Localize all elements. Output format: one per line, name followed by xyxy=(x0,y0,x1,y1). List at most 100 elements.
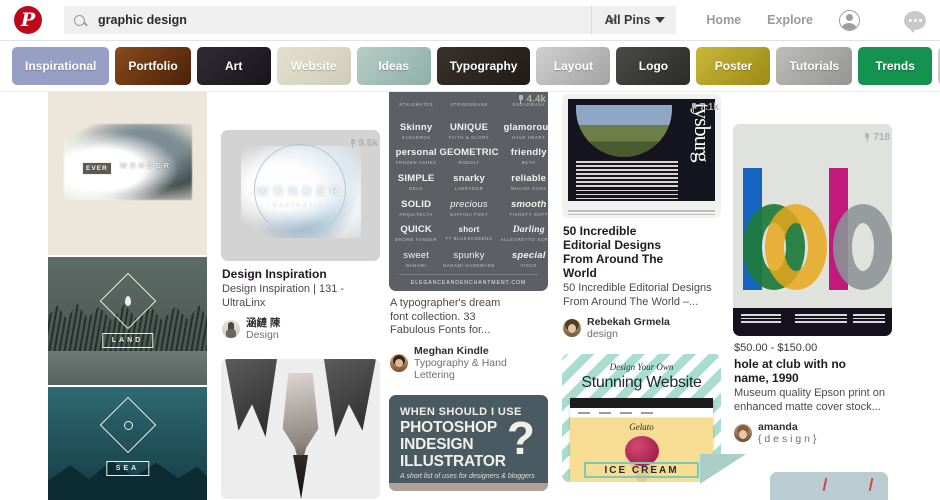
ps-line-3: INDESIGN xyxy=(400,435,474,453)
pin-icon xyxy=(691,103,697,112)
body-text-lines xyxy=(576,161,678,200)
browser-nav xyxy=(570,408,713,418)
font-sample: SIMPLE xyxy=(397,172,435,184)
avatar xyxy=(222,320,240,338)
wonder-word: WONDER xyxy=(256,184,345,198)
site-hero: Gelato ICE CREAM xyxy=(570,418,713,482)
partial-thumbnail[interactable] xyxy=(770,472,888,500)
pin-card-face[interactable] xyxy=(221,359,380,499)
credit-col-1 xyxy=(741,314,781,323)
pin-meta: 9.6k Design Inspiration Design Inspirati… xyxy=(221,138,380,341)
face-center xyxy=(282,373,319,469)
pin-description[interactable]: A typographer's dream font collection. 3… xyxy=(390,297,547,338)
messages-bubble-icon[interactable] xyxy=(904,10,926,33)
pin-thumbnail[interactable]: Design Your Own Stunning Website Gelato … xyxy=(562,354,721,482)
font-name: DELH xyxy=(409,185,424,191)
search-input[interactable]: graphic design ✕ All Pins xyxy=(64,6,677,34)
chip-art[interactable]: Art xyxy=(196,47,271,85)
chip-layout[interactable]: Layout xyxy=(536,47,611,85)
pin-thumbnail[interactable]: WHEN SHOULD I USE PHOTOSHOP INDESIGN ILL… xyxy=(389,394,548,491)
font-name: NANAMI xyxy=(405,263,427,269)
pin-thumbnail[interactable]: STALEMATES STRINGBEANS SUGARBUSH Skinny Z… xyxy=(389,92,548,291)
pin-user-text: amanda { d e s i g n } xyxy=(758,421,816,445)
partial-bottom-card[interactable] xyxy=(700,454,940,500)
chip-trends[interactable]: Trends xyxy=(858,47,933,85)
pin-count-value: 7.1k xyxy=(699,102,719,113)
artwork-sea: SEA xyxy=(48,387,207,500)
pin-user[interactable]: amanda { d e s i g n } xyxy=(734,421,891,445)
font-name: ROBOLT xyxy=(458,160,480,166)
chip-ideas[interactable]: Ideas xyxy=(356,47,431,85)
chip-tutorials[interactable]: Tutorials xyxy=(776,47,853,85)
pin-card-ever-wonder[interactable]: EVER WONDER xyxy=(48,92,207,255)
font-name: SAFFINA FONT xyxy=(449,211,489,217)
pin-user[interactable]: Rebekah Grmela design xyxy=(563,316,720,340)
pin-thumbnail[interactable] xyxy=(733,124,892,336)
pin-description: 50 Incredible Editorial Designs From Aro… xyxy=(563,282,712,308)
font-name: FROZEN ASHES xyxy=(395,160,437,166)
dot xyxy=(908,18,912,22)
pin-card-font-collection[interactable]: STALEMATES STRINGBEANS SUGARBUSH Skinny Z… xyxy=(389,92,548,381)
website-title: Stunning Website xyxy=(581,374,702,391)
font-name: STALEMATES xyxy=(399,102,434,108)
chip-inspirational[interactable]: Inspirational xyxy=(12,47,110,85)
pin-card-photoshop-indesign[interactable]: WHEN SHOULD I USE PHOTOSHOP INDESIGN ILL… xyxy=(389,394,548,491)
pin-card-design-inspiration[interactable]: WONDER INSPIRATION 9.6k Design Inspirati… xyxy=(221,130,380,341)
pin-user-text: Meghan Kindle Typography & Hand Letterin… xyxy=(414,345,547,381)
font-sample: Skinny xyxy=(400,121,433,133)
artwork-font-collection: STALEMATES STRINGBEANS SUGARBUSH Skinny Z… xyxy=(389,92,548,291)
pin-user[interactable]: 涵縺 陳 Design xyxy=(222,317,379,341)
pin-user[interactable]: Meghan Kindle Typography & Hand Letterin… xyxy=(390,345,547,381)
pin-icon xyxy=(518,95,524,104)
pin-thumbnail[interactable]: SEA xyxy=(48,387,207,500)
pinterest-logo-icon[interactable]: P xyxy=(14,6,42,34)
pin-username: 涵縺 陳 xyxy=(246,317,281,329)
sea-label: SEA xyxy=(105,461,150,476)
pin-thumbnail[interactable]: EVER WONDER xyxy=(48,92,207,255)
ever-label: EVER xyxy=(82,162,112,175)
chip-poster[interactable]: Poster xyxy=(696,47,771,85)
nav-explore[interactable]: Explore xyxy=(767,13,813,27)
pin-card-photos-and-art[interactable]: Photos and Art xyxy=(221,92,380,96)
pin-title[interactable]: Design Inspiration xyxy=(222,267,379,281)
font-cell: STRINGBEANS xyxy=(439,93,498,117)
account-avatar-icon[interactable] xyxy=(839,9,860,31)
pin-card-sea[interactable]: SEA xyxy=(48,387,207,500)
pin-column-4: tysburg 7.1k 50 Incredible Editorial Des… xyxy=(562,94,721,496)
font-name: ZANUEROS xyxy=(401,134,431,140)
pin-title[interactable]: 50 Incredible Editorial Designs From Aro… xyxy=(563,224,720,280)
chip-typography[interactable]: Typography xyxy=(436,47,531,85)
pin-thumbnail[interactable]: LAND xyxy=(48,257,207,385)
font-grid: STALEMATES STRINGBEANS SUGARBUSH Skinny Z… xyxy=(395,93,548,271)
pin-column-2: Photos and Art WONDER INSPIRATION xyxy=(221,92,380,500)
pin-card-editorial-designs[interactable]: tysburg 7.1k 50 Incredible Editorial Des… xyxy=(562,94,721,340)
browser-mockup: Gelato ICE CREAM xyxy=(570,398,713,482)
chip-portfolio[interactable]: Portfolio xyxy=(115,47,191,85)
font-sample: GEOMETRIC xyxy=(439,147,499,159)
font-name: DROME FANGER xyxy=(395,237,438,243)
chip-label: Ideas xyxy=(378,59,410,73)
pin-board: Typography & Hand Lettering xyxy=(414,356,507,381)
pin-username: amanda xyxy=(758,421,798,433)
pin-card-hole-poster[interactable]: 718 $50.00 - $150.00 hole at club with n… xyxy=(733,124,892,445)
chip-label: Poster xyxy=(714,59,753,73)
pin-thumbnail[interactable]: WONDER INSPIRATION xyxy=(221,130,380,261)
pin-card-stunning-website[interactable]: Design Your Own Stunning Website Gelato … xyxy=(562,354,721,482)
nav-home[interactable]: Home xyxy=(706,13,741,27)
font-cell: short TT BLUESCREENS xyxy=(439,222,498,246)
chip-website[interactable]: Website xyxy=(276,47,351,85)
chip-logo[interactable]: Logo xyxy=(616,47,691,85)
font-name: LABRADOR xyxy=(454,185,484,191)
artwork-photos-and-art: Photos and Art xyxy=(221,92,380,96)
footer-text-lines xyxy=(568,210,715,215)
all-pins-dropdown[interactable]: All Pins xyxy=(590,6,677,34)
gelato-brand: Gelato xyxy=(629,422,654,432)
category-filter-bar[interactable]: Inspirational Portfolio Art Website Idea… xyxy=(0,41,940,92)
artwork-stunning-website: Design Your Own Stunning Website Gelato … xyxy=(562,354,721,482)
pin-title[interactable]: hole at club with no name, 1990 xyxy=(734,357,891,385)
pin-meta: 718 $50.00 - $150.00 hole at club with n… xyxy=(733,132,892,445)
pin-card-land[interactable]: LAND xyxy=(48,257,207,385)
primary-nav: Home Explore xyxy=(706,9,860,31)
pin-thumbnail[interactable] xyxy=(221,359,380,499)
ps-subtitle: A short list of uses for designers & blo… xyxy=(400,472,535,480)
